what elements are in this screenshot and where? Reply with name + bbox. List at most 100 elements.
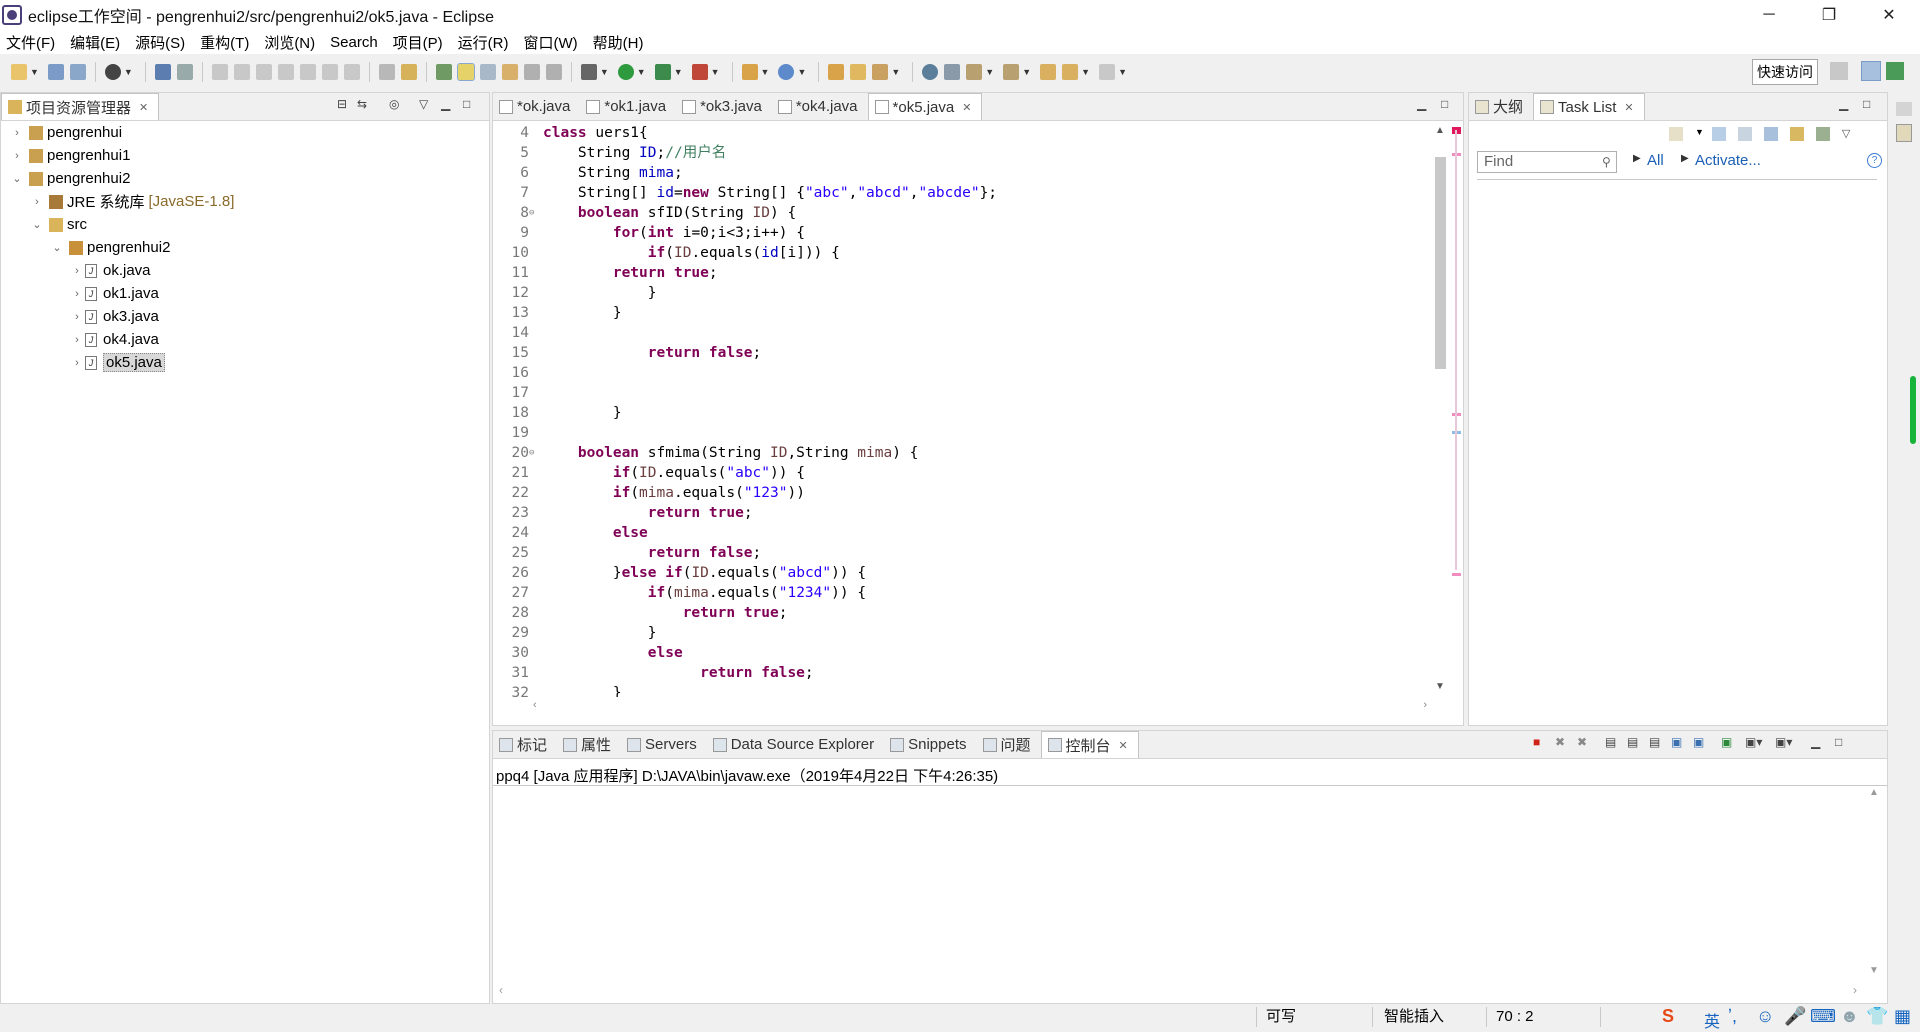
- twisty-icon[interactable]: ›: [69, 265, 85, 277]
- scroll-right-icon[interactable]: ›: [1423, 699, 1427, 711]
- close-icon[interactable]: ✕: [139, 101, 148, 114]
- tab-task-list[interactable]: Task List ✕: [1533, 93, 1645, 120]
- open-task-icon[interactable]: [501, 64, 518, 80]
- scroll-down-icon[interactable]: ▼: [1435, 681, 1445, 692]
- block-selection-icon[interactable]: [523, 64, 540, 80]
- word-wrap-icon[interactable]: ▤: [1649, 735, 1660, 749]
- twisty-icon[interactable]: ⌄: [29, 218, 45, 231]
- tab-ok-java[interactable]: *ok.java: [493, 93, 580, 120]
- search-tool-icon[interactable]: [872, 64, 889, 80]
- display-console-icon[interactable]: ▣▾: [1745, 735, 1762, 749]
- java-perspective-icon[interactable]: [1886, 62, 1904, 80]
- tab-ok1-java[interactable]: *ok1.java: [580, 93, 676, 120]
- forward-icon[interactable]: [1099, 64, 1116, 80]
- tab-data-source-explorer[interactable]: Data Source Explorer: [707, 731, 884, 758]
- tab-控制台[interactable]: 控制台 ✕: [1040, 731, 1139, 758]
- debug-icon[interactable]: [580, 64, 597, 80]
- tab-属性[interactable]: 属性: [557, 731, 621, 758]
- last-edit-icon[interactable]: [1040, 64, 1057, 80]
- show-stderr-icon[interactable]: ▣: [1693, 735, 1704, 749]
- tab-ok4-java[interactable]: *ok4.java: [772, 93, 868, 120]
- menu-navigate[interactable]: 浏览(N): [264, 32, 315, 53]
- tab-servers[interactable]: Servers: [621, 731, 707, 758]
- collapse-all-icon[interactable]: ⊟: [337, 97, 347, 111]
- minimize-tasks-icon[interactable]: ▁: [1839, 97, 1848, 111]
- disconnect-icon[interactable]: [277, 64, 294, 80]
- external-tools-icon[interactable]: [691, 64, 708, 80]
- warning-marker[interactable]: [1452, 573, 1461, 576]
- task-find-input[interactable]: Find: [1477, 151, 1617, 173]
- view-menu-icon[interactable]: ▽: [419, 97, 428, 111]
- scroll-left-icon[interactable]: ‹: [533, 699, 537, 711]
- focus-workweek-icon[interactable]: [1789, 127, 1804, 141]
- pin-console-icon[interactable]: ▣: [1721, 735, 1732, 749]
- minimize-view-icon[interactable]: ▁: [441, 97, 450, 111]
- twisty-icon[interactable]: ›: [69, 357, 85, 369]
- menu-window[interactable]: 窗口(W): [524, 32, 578, 53]
- close-icon[interactable]: ✕: [1119, 739, 1128, 752]
- drop-frame-icon[interactable]: [378, 64, 395, 80]
- minimized-view-icon[interactable]: [1896, 124, 1912, 142]
- twisty-icon[interactable]: ⌄: [9, 172, 25, 185]
- step-over-icon[interactable]: [321, 64, 338, 80]
- ime-lang[interactable]: 英: [1704, 1008, 1720, 1032]
- tree-item[interactable]: › Jok1.java: [1, 282, 489, 305]
- save-icon[interactable]: [47, 64, 64, 80]
- categorized-icon[interactable]: [1711, 127, 1726, 141]
- open-perspective-icon[interactable]: [1830, 62, 1848, 80]
- remove-all-icon[interactable]: ✖: [1577, 735, 1587, 749]
- tree-item[interactable]: › Jok.java: [1, 259, 489, 282]
- scheduled-icon[interactable]: [1737, 127, 1752, 141]
- menu-source[interactable]: 源码(S): [135, 32, 185, 53]
- sync-icon[interactable]: [1815, 127, 1830, 141]
- quick-access-input[interactable]: 快速访问: [1752, 59, 1818, 85]
- terminate-icon[interactable]: ■: [1533, 735, 1540, 749]
- restore-icon[interactable]: [1896, 102, 1912, 116]
- twisty-icon[interactable]: ⌄: [49, 241, 65, 254]
- menu-run[interactable]: 运行(R): [458, 32, 509, 53]
- open-type-icon[interactable]: [828, 64, 845, 80]
- tree-item[interactable]: ⌄ pengrenhui2: [1, 167, 489, 190]
- overview-ruler[interactable]: [1449, 123, 1463, 697]
- minimize-editor-icon[interactable]: ▁: [1417, 97, 1426, 111]
- emoji-icon[interactable]: ☺: [1756, 1006, 1774, 1027]
- tree-item[interactable]: › pengrenhui1: [1, 144, 489, 167]
- tab-ok5-java[interactable]: *ok5.java ✕: [867, 93, 983, 120]
- maximize-console-icon[interactable]: □: [1835, 735, 1842, 749]
- all-link[interactable]: All: [1647, 152, 1664, 169]
- minimize-button[interactable]: ─: [1746, 0, 1792, 30]
- task-view-menu-icon[interactable]: ▽: [1842, 127, 1850, 145]
- profile-icon[interactable]: [104, 64, 121, 80]
- menu-refactor[interactable]: 重构(T): [200, 32, 249, 53]
- coverage-icon[interactable]: [654, 64, 671, 80]
- highlight-icon[interactable]: [456, 63, 475, 81]
- terminate-icon[interactable]: [255, 64, 272, 80]
- open-console-icon[interactable]: ▣▾: [1775, 735, 1792, 749]
- toolbox-icon[interactable]: ▦: [1894, 1006, 1911, 1027]
- step-into-icon[interactable]: [299, 64, 316, 80]
- twisty-icon[interactable]: ›: [29, 196, 45, 208]
- suspend-icon[interactable]: [233, 64, 250, 80]
- twisty-icon[interactable]: ›: [69, 334, 85, 346]
- focus-icon[interactable]: ◎: [389, 97, 399, 111]
- maximize-tasks-icon[interactable]: □: [1863, 97, 1870, 111]
- show-whitespace-icon[interactable]: [545, 64, 562, 80]
- remove-launch-icon[interactable]: ✖: [1555, 735, 1565, 749]
- restore-button[interactable]: ❐: [1806, 0, 1852, 30]
- tree-item[interactable]: › Jok5.java: [1, 351, 489, 374]
- menu-search[interactable]: Search: [330, 34, 378, 51]
- tab-ok3-java[interactable]: *ok3.java: [676, 93, 772, 120]
- fold-toggle-icon[interactable]: ⊖: [529, 203, 539, 223]
- horizontal-scrollbar[interactable]: ‹ ›: [529, 697, 1431, 715]
- tree-item[interactable]: › pengrenhui: [1, 121, 489, 144]
- menu-file[interactable]: 文件(F): [6, 32, 55, 53]
- sogou-ime-icon[interactable]: S: [1662, 1006, 1674, 1027]
- pin-editor-icon[interactable]: [944, 64, 961, 80]
- help-icon[interactable]: ?: [1867, 153, 1882, 168]
- twisty-icon[interactable]: ›: [9, 150, 25, 162]
- scroll-down-icon[interactable]: ▼: [1869, 965, 1879, 976]
- tab-project-explorer[interactable]: 项目资源管理器 ✕: [1, 93, 160, 120]
- resume-icon[interactable]: [211, 64, 228, 80]
- hide-completed-icon[interactable]: [1763, 127, 1778, 141]
- run-icon[interactable]: [617, 64, 634, 80]
